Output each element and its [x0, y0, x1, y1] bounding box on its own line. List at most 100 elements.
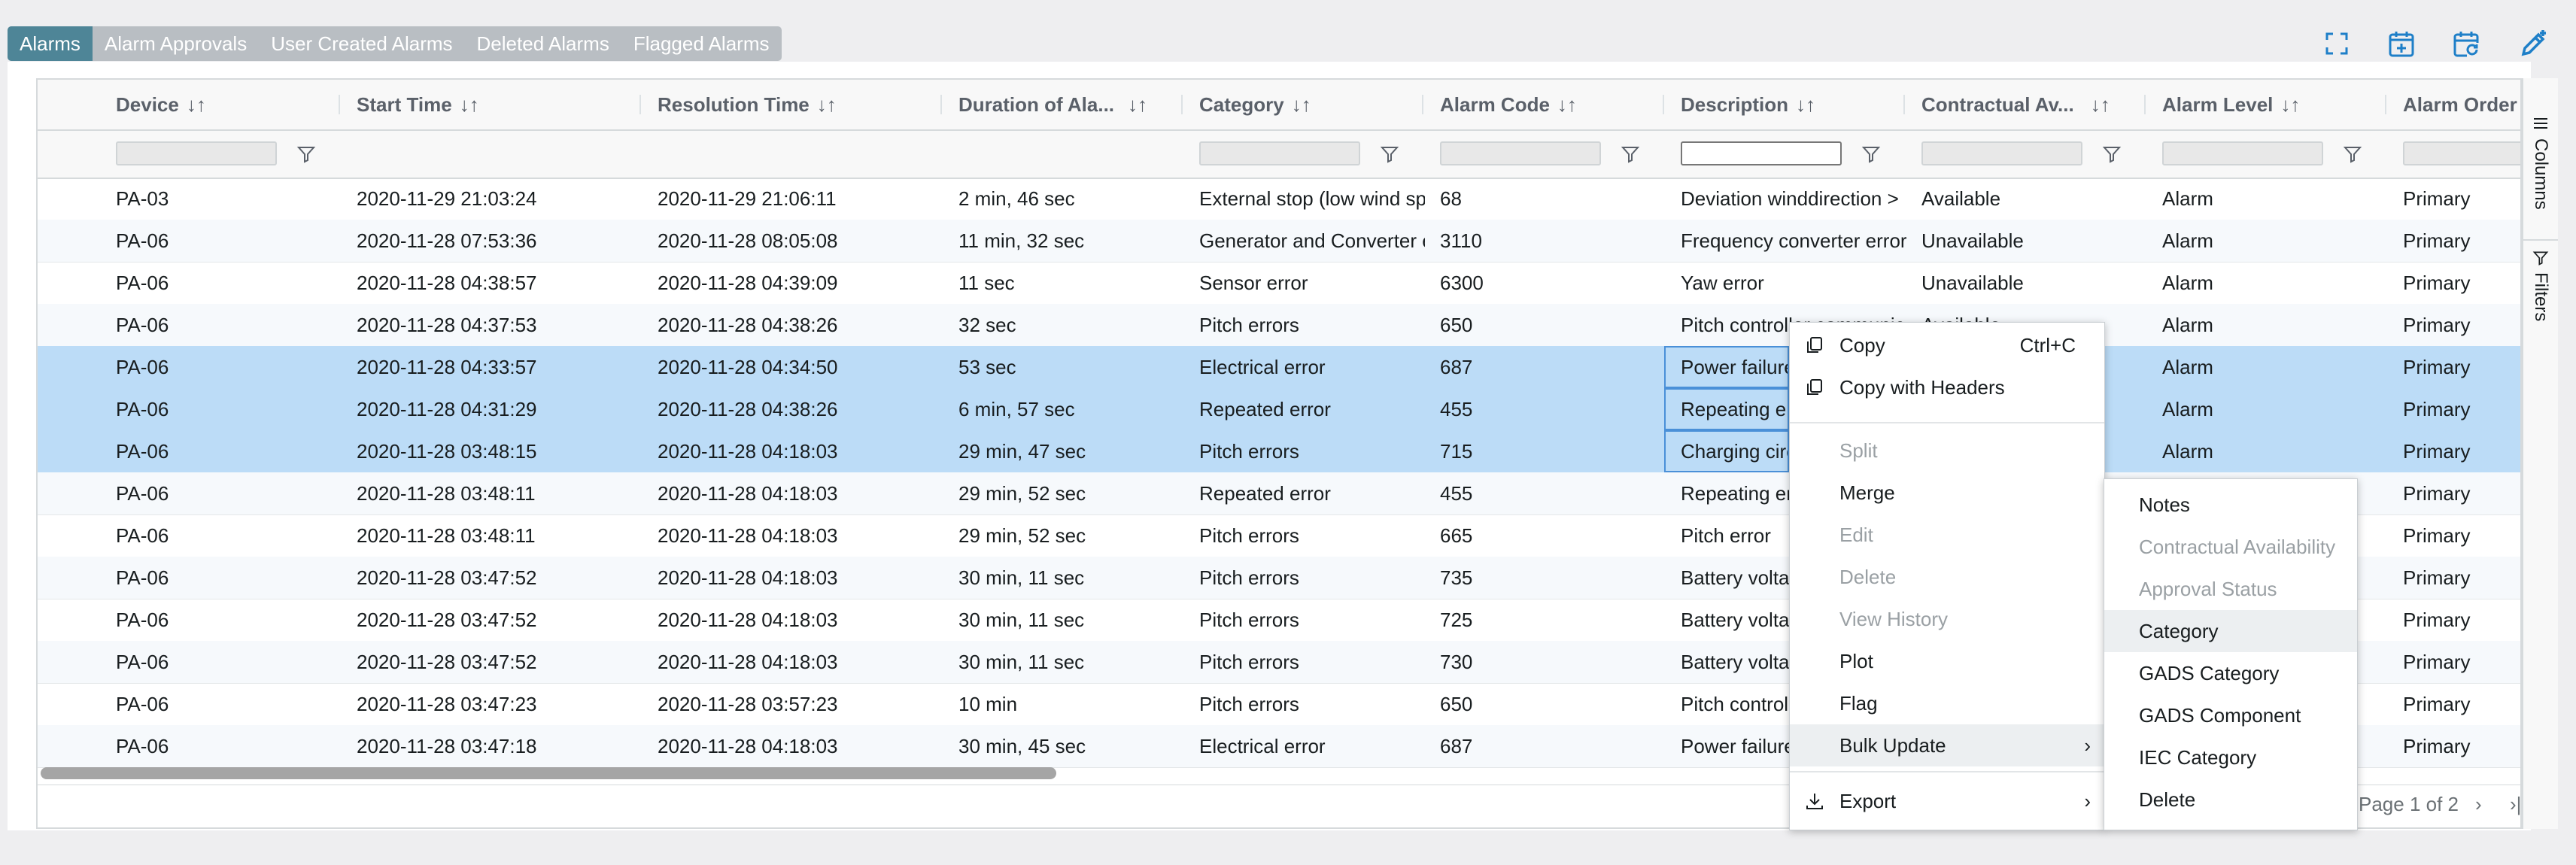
cell-alarm-order[interactable]: Primary: [2403, 599, 2520, 641]
cell-start-time[interactable]: 2020-11-28 04:37:53: [357, 304, 642, 346]
cell-alarm-code[interactable]: 6300: [1440, 262, 1666, 304]
column-resize-handle[interactable]: [1181, 95, 1183, 114]
cell-device[interactable]: PA-06: [116, 262, 342, 304]
sort-icon[interactable]: ↓↑: [1292, 93, 1311, 117]
cell-category[interactable]: Pitch errors: [1199, 304, 1425, 346]
cell-category[interactable]: Pitch errors: [1199, 514, 1425, 557]
cell-category[interactable]: Electrical error: [1199, 346, 1425, 388]
filter-input-description[interactable]: [1681, 141, 1842, 165]
cell-category[interactable]: Electrical error: [1199, 725, 1425, 767]
cell-duration[interactable]: 30 min, 11 sec: [958, 641, 1184, 683]
cell-duration[interactable]: 30 min, 45 sec: [958, 725, 1184, 767]
submenu-item-gads-component[interactable]: GADS Component: [2104, 694, 2357, 736]
cell-start-time[interactable]: 2020-11-28 03:47:52: [357, 557, 642, 599]
cell-alarm-order[interactable]: Primary: [2403, 683, 2520, 725]
cell-duration[interactable]: 29 min, 47 sec: [958, 430, 1184, 472]
table-row[interactable]: PA-03 2020-11-29 21:03:24 2020-11-29 21:06…: [38, 178, 2520, 220]
cell-resolution-time[interactable]: 2020-11-28 04:39:09: [658, 262, 943, 304]
cell-resolution-time[interactable]: 2020-11-28 04:34:50: [658, 346, 943, 388]
cell-alarm-code[interactable]: 730: [1440, 641, 1666, 683]
column-resize-handle[interactable]: [639, 95, 641, 114]
cell-alarm-order[interactable]: Primary: [2403, 304, 2520, 346]
table-row[interactable]: PA-06 2020-11-28 04:33:57 2020-11-28 04:34…: [38, 346, 2520, 389]
cell-category[interactable]: Generator and Converter e: [1199, 220, 1425, 262]
cell-alarm-order[interactable]: Primary: [2403, 514, 2520, 557]
cell-alarm-level[interactable]: Alarm: [2162, 430, 2388, 472]
column-header-resolution-time[interactable]: Resolution Time ↓↑: [658, 80, 837, 129]
cell-alarm-code[interactable]: 735: [1440, 557, 1666, 599]
menu-item-copy-with-headers[interactable]: Copy with Headers: [1790, 366, 2104, 408]
submenu-item-category[interactable]: Category: [2104, 610, 2357, 652]
tab-alarms[interactable]: Alarms: [8, 26, 93, 61]
cell-alarm-order[interactable]: Primary: [2403, 430, 2520, 472]
sort-icon[interactable]: ↓↑: [2280, 93, 2300, 117]
submenu-item-gads-category[interactable]: GADS Category: [2104, 652, 2357, 694]
calendar-add-icon[interactable]: [2383, 26, 2420, 62]
cell-device[interactable]: PA-06: [116, 725, 342, 767]
column-header-description[interactable]: Description ↓↑: [1681, 80, 1815, 129]
cell-device[interactable]: PA-03: [116, 178, 342, 220]
sort-icon[interactable]: ↓↑: [1128, 93, 1147, 117]
cell-description[interactable]: Frequency converter error: [1681, 220, 1906, 262]
column-resize-handle[interactable]: [1422, 95, 1423, 114]
table-row[interactable]: PA-06 2020-11-28 07:53:36 2020-11-28 08:05…: [38, 220, 2520, 263]
cell-device[interactable]: PA-06: [116, 557, 342, 599]
cell-alarm-order[interactable]: Primary: [2403, 557, 2520, 599]
column-header-start-time[interactable]: Start Time ↓↑: [357, 80, 479, 129]
cell-device[interactable]: PA-06: [116, 304, 342, 346]
cell-resolution-time[interactable]: 2020-11-28 04:38:26: [658, 304, 943, 346]
cell-alarm-level[interactable]: Alarm: [2162, 346, 2388, 388]
cell-category[interactable]: Pitch errors: [1199, 641, 1425, 683]
cell-device[interactable]: PA-06: [116, 599, 342, 641]
cell-resolution-time[interactable]: 2020-11-28 04:18:03: [658, 725, 943, 767]
cell-start-time[interactable]: 2020-11-28 04:33:57: [357, 346, 642, 388]
cell-start-time[interactable]: 2020-11-28 04:38:57: [357, 262, 642, 304]
menu-item-bulk-update[interactable]: Bulk Update ›: [1790, 724, 2104, 766]
column-header-category[interactable]: Category ↓↑: [1199, 80, 1311, 129]
cell-category[interactable]: Repeated error: [1199, 388, 1425, 430]
column-resize-handle[interactable]: [2385, 95, 2386, 114]
menu-item-flag[interactable]: Flag: [1790, 682, 2104, 724]
filter-icon[interactable]: [1380, 144, 1399, 164]
cell-category[interactable]: Pitch errors: [1199, 557, 1425, 599]
cell-device[interactable]: PA-06: [116, 472, 342, 514]
cell-alarm-code[interactable]: 687: [1440, 725, 1666, 767]
cell-device[interactable]: PA-06: [116, 683, 342, 725]
sort-icon[interactable]: ↓↑: [460, 93, 479, 117]
table-row[interactable]: PA-06 2020-11-28 03:48:15 2020-11-28 04:18…: [38, 430, 2520, 473]
menu-item-copy[interactable]: Copy Ctrl+C: [1790, 324, 2104, 366]
cell-alarm-code[interactable]: 455: [1440, 388, 1666, 430]
cell-device[interactable]: PA-06: [116, 514, 342, 557]
cell-start-time[interactable]: 2020-11-28 03:47:23: [357, 683, 642, 725]
table-row[interactable]: PA-06 2020-11-28 04:38:57 2020-11-28 04:39…: [38, 262, 2520, 305]
cell-start-time[interactable]: 2020-11-28 03:48:11: [357, 472, 642, 514]
cell-alarm-level[interactable]: Alarm: [2162, 304, 2388, 346]
tab-user-created-alarms[interactable]: User Created Alarms: [259, 26, 464, 61]
cell-duration[interactable]: 53 sec: [958, 346, 1184, 388]
filter-input-category[interactable]: [1199, 141, 1360, 165]
submenu-item-delete[interactable]: Delete: [2104, 778, 2357, 821]
cell-alarm-order[interactable]: Primary: [2403, 725, 2520, 767]
calendar-refresh-icon[interactable]: [2448, 26, 2484, 62]
cell-alarm-code[interactable]: 650: [1440, 304, 1666, 346]
cell-category[interactable]: Repeated error: [1199, 472, 1425, 514]
cell-start-time[interactable]: 2020-11-28 03:47:18: [357, 725, 642, 767]
column-resize-handle[interactable]: [940, 95, 942, 114]
cell-alarm-code[interactable]: 725: [1440, 599, 1666, 641]
cell-alarm-order[interactable]: Primary: [2403, 220, 2520, 262]
cell-device[interactable]: PA-06: [116, 388, 342, 430]
cell-start-time[interactable]: 2020-11-28 03:47:52: [357, 641, 642, 683]
cell-duration[interactable]: 29 min, 52 sec: [958, 472, 1184, 514]
submenu-item-iec-category[interactable]: IEC Category: [2104, 736, 2357, 778]
cell-duration[interactable]: 11 min, 32 sec: [958, 220, 1184, 262]
cell-alarm-level[interactable]: Alarm: [2162, 178, 2388, 220]
table-row[interactable]: PA-06 2020-11-28 04:31:29 2020-11-28 04:38…: [38, 388, 2520, 431]
cell-alarm-order[interactable]: Primary: [2403, 641, 2520, 683]
cell-resolution-time[interactable]: 2020-11-29 21:06:11: [658, 178, 943, 220]
column-resize-handle[interactable]: [1903, 95, 1905, 114]
cell-resolution-time[interactable]: 2020-11-28 08:05:08: [658, 220, 943, 262]
cell-device[interactable]: PA-06: [116, 220, 342, 262]
last-page-icon[interactable]: ›|: [2510, 793, 2520, 816]
cell-resolution-time[interactable]: 2020-11-28 03:57:23: [658, 683, 943, 725]
menu-item-export[interactable]: Export ›: [1790, 780, 2104, 822]
